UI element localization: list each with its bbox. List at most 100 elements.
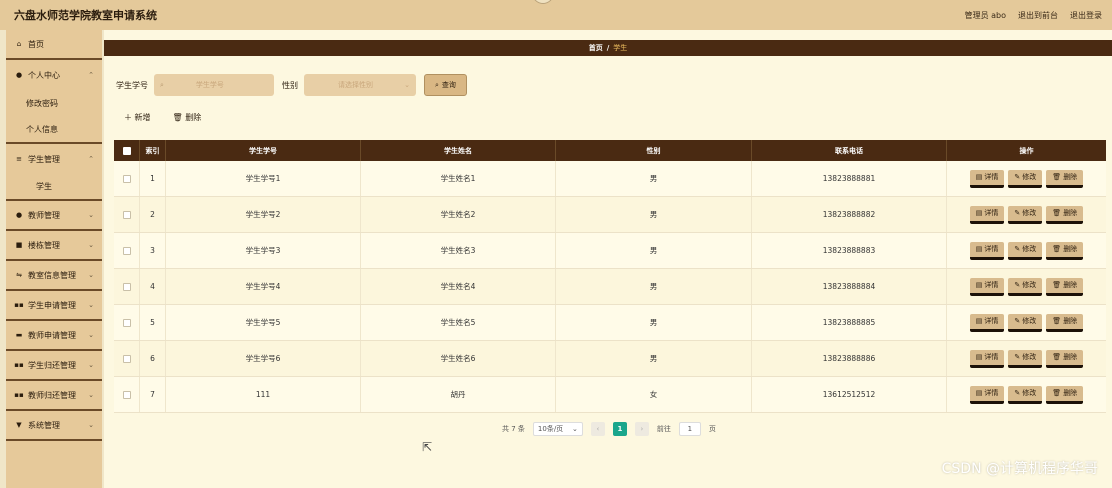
trash-icon: 🗑: [1052, 245, 1062, 253]
mouse-cursor-icon: ⇱: [422, 440, 433, 454]
header-phone: 联系电话: [752, 140, 947, 161]
chevron-up-icon: ⌃: [88, 155, 94, 163]
prev-page-button[interactable]: ‹: [590, 422, 605, 436]
sidebar-item-student-mgmt[interactable]: ≡ 学生管理 ⌃: [6, 144, 102, 174]
sex-select[interactable]: 请选择性别 ⌄: [304, 74, 416, 96]
edit-button[interactable]: ✎ 修改: [1008, 277, 1043, 296]
sidebar-subitem-personal-info[interactable]: 个人信息: [6, 117, 102, 144]
sidebar-item-home[interactable]: ⌂ 首页: [6, 30, 102, 60]
back-to-front-link[interactable]: 退出到前台: [1018, 10, 1058, 21]
row-student-name: 学生姓名6: [361, 341, 556, 376]
breadcrumb-home[interactable]: 首页: [589, 43, 603, 53]
edit-button[interactable]: ✎ 修改: [1008, 241, 1043, 260]
row-operations: ▤ 详情 ✎ 修改 🗑 删除: [947, 377, 1106, 412]
edit-button[interactable]: ✎ 修改: [1008, 385, 1043, 404]
trash-icon: 🗑: [1052, 389, 1062, 397]
edit-button[interactable]: ✎ 修改: [1008, 349, 1043, 368]
delete-label: 删除: [1063, 173, 1078, 181]
student-no-input[interactable]: ⌕ 学生学号: [154, 74, 274, 96]
sidebar-subitem-change-password[interactable]: 修改密码: [6, 90, 102, 117]
row-operations: ▤ 详情 ✎ 修改 🗑 删除: [947, 341, 1106, 376]
row-checkbox[interactable]: [122, 282, 131, 291]
row-checkbox[interactable]: [122, 246, 131, 255]
row-sex: 男: [556, 233, 752, 268]
detail-button[interactable]: ▤ 详情: [969, 277, 1005, 296]
sidebar-item-student-return[interactable]: ▪▪ 学生归还管理 ⌄: [6, 351, 102, 381]
document-icon: ▤: [975, 281, 983, 289]
detail-button[interactable]: ▤ 详情: [969, 385, 1005, 404]
page-number-current[interactable]: 1: [612, 422, 627, 436]
detail-button[interactable]: ▤ 详情: [969, 313, 1005, 332]
sidebar-item-label: 个人中心: [28, 70, 60, 80]
row-checkbox[interactable]: [122, 210, 131, 219]
row-student-no: 学生学号5: [166, 305, 361, 340]
row-checkbox[interactable]: [122, 174, 131, 183]
query-button[interactable]: ⌕ 查询: [424, 74, 467, 96]
document-icon: ▤: [975, 245, 983, 253]
row-select-cell: [114, 233, 140, 268]
sidebar-item-teacher-apply[interactable]: ▬ 教师申请管理 ⌄: [6, 321, 102, 351]
grid-icon: ▪▪: [14, 361, 24, 369]
detail-button[interactable]: ▤ 详情: [969, 349, 1005, 368]
table-header: 索引 学生学号 学生姓名 性别 联系电话 操作: [114, 140, 1106, 161]
row-select-cell: [114, 269, 140, 304]
edit-label: 修改: [1022, 317, 1037, 325]
sidebar-item-building-mgmt[interactable]: ■ 楼栋管理 ⌄: [6, 231, 102, 261]
sex-label: 性别: [282, 80, 298, 90]
select-all-checkbox[interactable]: [122, 146, 131, 155]
sidebar-item-personal[interactable]: ● 个人中心 ⌃: [6, 60, 102, 90]
building-icon: ■: [15, 241, 23, 249]
row-checkbox[interactable]: [122, 354, 131, 363]
goto-label: 前往: [656, 425, 671, 433]
delete-button[interactable]: 🗑 删除: [1046, 169, 1084, 188]
sidebar-item-teacher-mgmt[interactable]: ● 教师管理 ⌄: [6, 201, 102, 231]
delete-button[interactable]: 🗑 删除: [1046, 241, 1084, 260]
breadcrumb-current: 学生: [613, 44, 628, 52]
row-select-cell: [114, 341, 140, 376]
sidebar-item-teacher-return[interactable]: ▪▪ 教师归还管理 ⌄: [6, 381, 102, 411]
row-index: 3: [140, 233, 166, 268]
row-select-cell: [114, 305, 140, 340]
row-student-no: 学生学号2: [166, 197, 361, 232]
row-index: 4: [140, 269, 166, 304]
delete-button[interactable]: 🗑 删除: [1046, 277, 1084, 296]
detail-button[interactable]: ▤ 详情: [969, 205, 1005, 224]
edit-label: 修改: [1022, 353, 1037, 361]
row-student-no: 学生学号4: [166, 269, 361, 304]
delete-button[interactable]: 🗑 删除: [1046, 313, 1084, 332]
row-checkbox[interactable]: [122, 318, 131, 327]
delete-button[interactable]: 🗑 删除: [1046, 349, 1084, 368]
detail-label: 详情: [984, 245, 999, 253]
delete-button[interactable]: 🗑 删除: [1046, 205, 1084, 224]
row-sex: 男: [556, 341, 752, 376]
logout-link[interactable]: 退出登录: [1070, 10, 1102, 21]
edit-button[interactable]: ✎ 修改: [1008, 169, 1043, 188]
row-checkbox[interactable]: [122, 390, 131, 399]
sidebar-item-system[interactable]: ▼ 系统管理 ⌄: [6, 411, 102, 441]
row-student-no: 学生学号6: [166, 341, 361, 376]
detail-button[interactable]: ▤ 详情: [969, 241, 1005, 260]
delete-button[interactable]: 🗑 删除: [1046, 385, 1084, 404]
chevron-right-icon: ›: [640, 425, 644, 433]
detail-button[interactable]: ▤ 详情: [969, 169, 1005, 188]
sidebar-item-classroom-info[interactable]: ⇋ 教室信息管理 ⌄: [6, 261, 102, 291]
row-student-no: 111: [166, 377, 361, 412]
edit-button[interactable]: ✎ 修改: [1008, 205, 1043, 224]
edit-button[interactable]: ✎ 修改: [1008, 313, 1043, 332]
add-label: 新增: [134, 113, 151, 122]
grid-icon: ▪▪: [14, 391, 24, 399]
edit-label: 修改: [1022, 173, 1037, 181]
row-student-name: 学生姓名4: [361, 269, 556, 304]
goto-page-input[interactable]: 1: [678, 422, 701, 436]
sidebar-subitem-student[interactable]: 学生: [6, 174, 102, 201]
page-size-select[interactable]: 10条/页 ⌄: [532, 422, 583, 436]
add-button[interactable]: ＋ 新增: [124, 112, 151, 123]
next-page-button[interactable]: ›: [634, 422, 649, 436]
pagination: 共 7 条 10条/页 ⌄ ‹ 1 › 前往 1 页: [502, 422, 716, 436]
row-student-name: 学生姓名2: [361, 197, 556, 232]
table-row: 7 111 胡丹女 13612512512 ▤ 详情 ✎ 修改 🗑 删除: [114, 377, 1106, 413]
bulk-delete-button[interactable]: 🗑 删除: [173, 112, 202, 123]
sidebar-item-student-apply[interactable]: ▪▪ 学生申请管理 ⌄: [6, 291, 102, 321]
detail-label: 详情: [984, 173, 999, 181]
pencil-icon: ✎: [1014, 281, 1021, 289]
